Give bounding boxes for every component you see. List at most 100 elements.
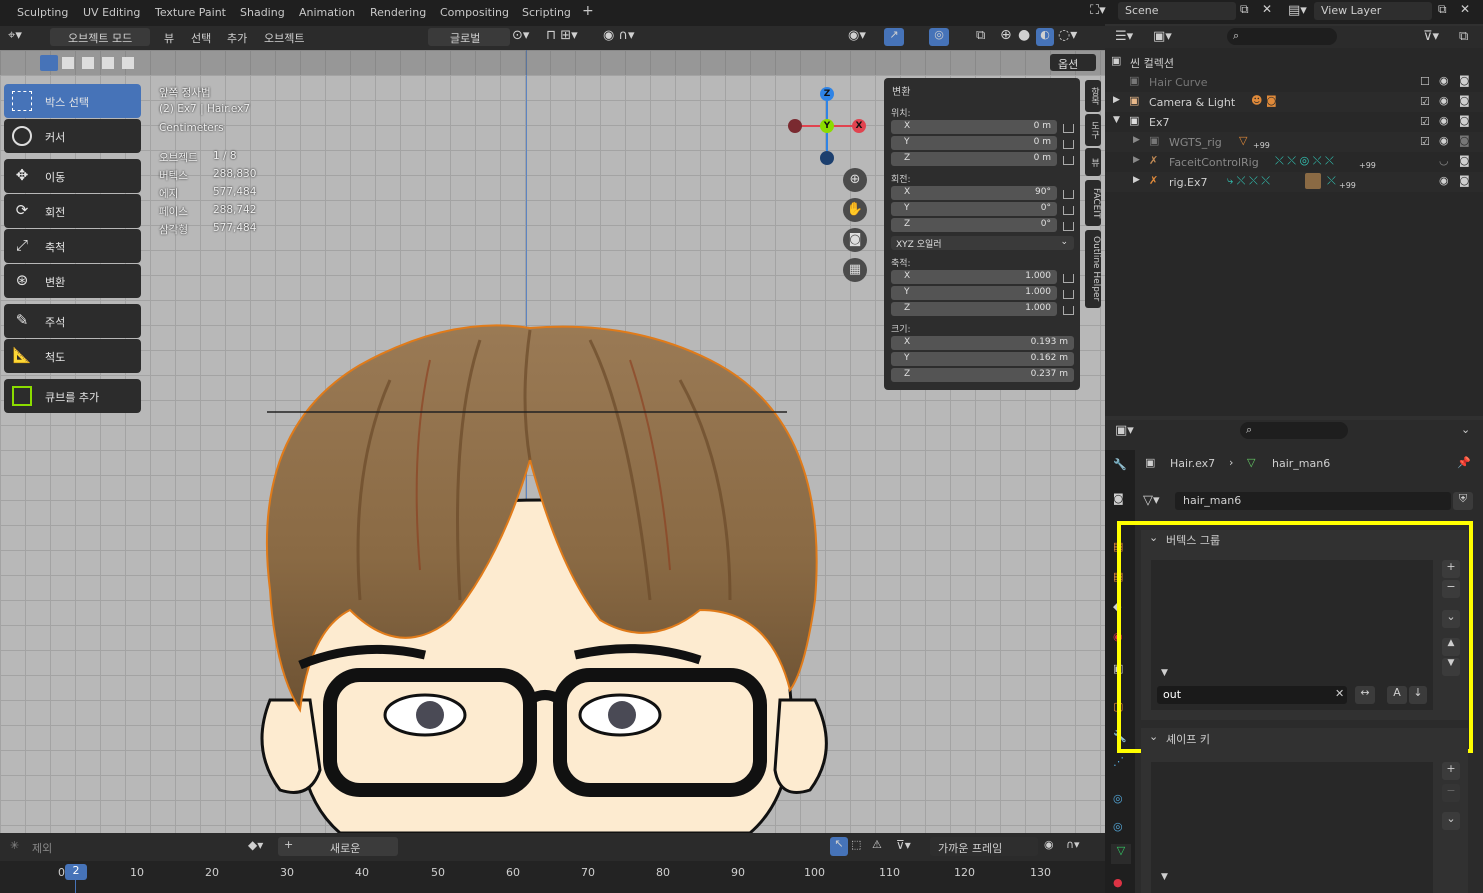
zoom-icon[interactable]: ⊕ [843,168,867,192]
outliner-search-input[interactable]: ⌕ [1227,28,1337,45]
tool-rotate[interactable]: ⟳ 회전 [4,194,141,228]
chevron-down-icon[interactable]: ⌄ [1461,423,1470,436]
tool-box-select[interactable]: 박스 선택 [4,84,141,118]
vertex-groups-title[interactable]: 버텍스 그룹 [1166,532,1220,548]
checkbox-checked-icon[interactable]: ☑ [1420,135,1430,148]
mesh-name-field[interactable]: hair_man6 [1175,492,1451,510]
checkbox-checked-icon[interactable]: ☑ [1420,115,1430,128]
constraints-tab-icon[interactable]: ◎ [1113,820,1123,833]
transform-panel-title[interactable]: 변환 [892,83,910,98]
rotation-y-field[interactable]: Y 0° [891,202,1057,216]
add-vertex-group-button[interactable]: + [1442,560,1460,578]
particles-tab-icon[interactable]: ⋰ [1113,755,1124,768]
expand-arrow-icon[interactable]: ▶ [1133,155,1140,165]
eye-icon[interactable]: ◉ [1439,114,1449,127]
lock-icon[interactable] [1063,290,1074,299]
select-extend-icon[interactable] [62,57,74,69]
scale-z-field[interactable]: Z 1.000 [891,302,1057,316]
xray-icon[interactable]: ⧉ [976,28,985,43]
move-down-button[interactable]: ▼ [1442,658,1460,676]
new-action-button[interactable]: + 새로운 [278,837,398,856]
outliner-row[interactable]: ▶ ▣ WGTS_rig ▽ +99 ☑ ◉ ◙ [1105,132,1483,152]
material-shading-icon[interactable]: ◐ [1036,28,1054,46]
outliner-row[interactable]: ▼ ▣ Ex7 ☑ ◉ ◙ [1105,112,1483,132]
rotation-z-field[interactable]: Z 0° [891,218,1057,232]
eye-icon[interactable]: ◉ [1439,94,1449,107]
gizmo-toggle-icon[interactable]: ↗ [884,28,904,46]
lock-icon[interactable] [1063,306,1074,315]
tool-annotate[interactable]: ✎ 주석 [4,304,141,338]
editor-type-icon[interactable]: ⌖▾ [8,28,22,43]
select-new-icon[interactable] [40,55,58,71]
invert-filter-icon[interactable]: ↔ [1355,686,1375,704]
mode-dropdown[interactable]: 오브젝트 모드 [50,28,150,46]
ortho-grid-icon[interactable]: ▦ [843,258,867,282]
current-frame-indicator[interactable]: 2 [65,864,87,880]
eye-icon[interactable]: ◉ [1439,74,1449,87]
filter-toggle-icon[interactable]: ▼ [1161,668,1168,678]
dimension-x-field[interactable]: X 0.193 m [891,336,1074,350]
lock-icon[interactable] [1063,190,1074,199]
filter-type-icon[interactable]: ▣▾ [1153,29,1172,44]
filter-icon[interactable]: ⊽▾ [1423,29,1439,44]
checkbox-checked-icon[interactable]: ☑ [1420,95,1430,108]
navigation-gizmo[interactable]: Z Y X [788,85,866,165]
keyframe-type-icon[interactable]: ◆▾ [248,838,263,852]
dimension-z-field[interactable]: Z 0.237 m [891,368,1074,382]
camera-icon[interactable]: ◙ [1459,114,1470,127]
select-mode-buttons[interactable] [40,55,135,71]
expand-arrow-icon[interactable]: ▶ [1133,135,1140,145]
select-tool-icon[interactable]: ↖ [830,837,848,856]
side-tab-tool[interactable]: 도구 [1085,114,1101,146]
pan-hand-icon[interactable]: ✋ [843,198,867,222]
tab-shading[interactable]: Shading [240,6,285,19]
side-tab-item[interactable]: 항목 [1085,80,1101,112]
chevron-down-icon[interactable]: ⌄ [1149,730,1158,743]
tool-add-cube[interactable]: 큐브를 추가 [4,379,141,413]
menu-add[interactable]: 추가 [227,30,247,46]
tool-cursor[interactable]: 커서 [4,119,141,153]
editor-type-icon[interactable]: ▣▾ [1115,423,1134,438]
snap-mode-dropdown[interactable]: 가까운 프레임 [930,837,1038,856]
outliner-scene-collection[interactable]: ▣ 씬 컬렉션 [1105,52,1483,72]
vertex-groups-list[interactable]: ▼ out ✕ ↔ A ↓ [1151,560,1433,710]
lock-icon[interactable] [1063,222,1074,231]
tool-tab-icon[interactable]: 🔧 [1113,458,1127,471]
visibility-icon[interactable]: ◉▾ [848,28,866,43]
tab-animation[interactable]: Animation [299,6,355,19]
eye-closed-icon[interactable]: ◡ [1439,154,1449,167]
snap-icon[interactable]: ⊓ ⊞▾ [546,28,578,43]
tool-move[interactable]: ✥ 이동 [4,159,141,193]
lock-icon[interactable] [1063,274,1074,283]
filter-toggle-icon[interactable]: ▼ [1161,872,1168,882]
add-shape-key-button[interactable]: + [1442,762,1460,780]
vertex-group-filter-input[interactable]: out ✕ [1157,686,1347,704]
rotation-mode-dropdown[interactable]: XYZ 오일러 ⌄ [891,236,1074,250]
camera-icon[interactable]: ◙ [1459,154,1470,167]
select-subtract-icon[interactable] [82,57,94,69]
lock-icon[interactable] [1063,140,1074,149]
properties-search-input[interactable]: ⌕ [1240,422,1348,439]
shape-keys-list[interactable]: ▼ [1151,762,1433,893]
tab-texture-paint[interactable]: Texture Paint [155,6,226,19]
mesh-data-tab-icon[interactable]: ▽ [1111,844,1131,864]
solid-shading-icon[interactable]: ● [1018,27,1030,43]
location-y-field[interactable]: Y0 m [891,136,1057,150]
gizmo-x-axis[interactable]: X [852,119,866,133]
dimension-y-field[interactable]: Y 0.162 m [891,352,1074,366]
scale-x-field[interactable]: X 1.000 [891,270,1057,284]
expand-arrow-icon[interactable]: ▶ [1113,95,1120,105]
gizmo-y-axis[interactable]: Y [820,119,834,133]
gizmo-z-axis[interactable]: Z [820,87,834,101]
outliner-row[interactable]: ▣ Hair Curve ☐ ◉ ◙ [1105,72,1483,92]
filter-icon[interactable]: ⊽▾ [896,838,911,852]
collapse-arrow-icon[interactable]: ▼ [1113,115,1120,125]
camera-icon[interactable]: ◙ [1459,94,1470,107]
eye-icon[interactable]: ◉ [1439,134,1449,147]
timeline-ruler[interactable]: 0 2 10 20 30 40 50 60 70 80 90 100 110 1… [0,861,1105,893]
orientation-dropdown[interactable]: 글로벌 [428,28,510,46]
scene-icon[interactable]: ⛶▾ [1090,3,1106,18]
location-z-field[interactable]: Z0 m [891,152,1057,166]
menu-view[interactable]: 뷰 [164,30,174,46]
physics-tab-icon[interactable]: ◎ [1113,792,1123,805]
